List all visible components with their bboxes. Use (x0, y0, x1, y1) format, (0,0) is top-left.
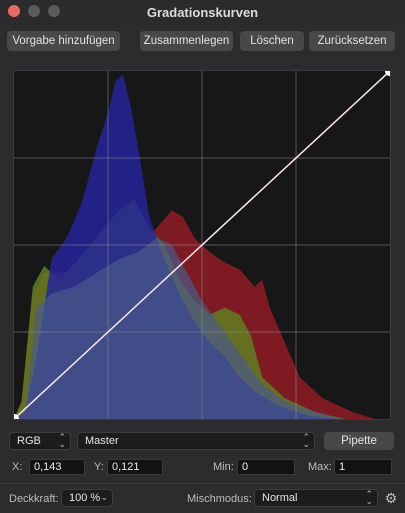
chevron-updown-icon: ⌃ ⌄ (302, 432, 310, 449)
chevron-down-icon: ⌄ (100, 492, 108, 502)
gear-icon[interactable]: ⚙ (384, 491, 398, 505)
channel-target-select[interactable]: Master ⌃ ⌄ (77, 432, 315, 450)
blend-mode-value: Normal (262, 492, 298, 504)
chevron-updown-icon: ⌃ ⌄ (58, 432, 66, 449)
min-label: Min: (213, 461, 234, 473)
channel-target-value: Master (85, 435, 119, 447)
x-label: X: (12, 461, 23, 473)
channel-mode-select[interactable]: RGB ⌃ ⌄ (9, 432, 71, 450)
histogram (14, 71, 390, 419)
opacity-field[interactable]: 100 % ⌄ (61, 489, 113, 507)
titlebar: Gradationskurven (0, 0, 405, 24)
channel-mode-value: RGB (17, 435, 41, 447)
delete-button[interactable]: Löschen (240, 31, 304, 51)
min-value-field[interactable]: 0 (237, 459, 295, 475)
window-title: Gradationskurven (146, 5, 259, 20)
max-label: Max: (308, 461, 332, 473)
pipette-button[interactable]: Pipette (324, 432, 394, 450)
blend-mode-select[interactable]: Normal ⌃ ⌄ (254, 489, 378, 507)
curves-panel-window: Gradationskurven Vorgabe hinzufügen Zusa… (0, 0, 405, 513)
curve-graph[interactable] (14, 71, 390, 419)
x-value-field[interactable]: 0,143 (29, 459, 85, 475)
y-label: Y: (94, 461, 104, 473)
reset-button[interactable]: Zurücksetzen (309, 31, 395, 51)
footer-divider (0, 483, 405, 484)
y-value-field[interactable]: 0,121 (107, 459, 163, 475)
merge-button[interactable]: Zusammenlegen (140, 31, 233, 51)
opacity-value: 100 % (69, 492, 101, 504)
opacity-label: Deckkraft: (9, 493, 59, 505)
max-value-field[interactable]: 1 (334, 459, 392, 475)
blend-mode-label: Mischmodus: (187, 493, 252, 505)
chevron-updown-icon: ⌃ ⌄ (365, 489, 373, 506)
add-preset-button[interactable]: Vorgabe hinzufügen (7, 31, 120, 51)
